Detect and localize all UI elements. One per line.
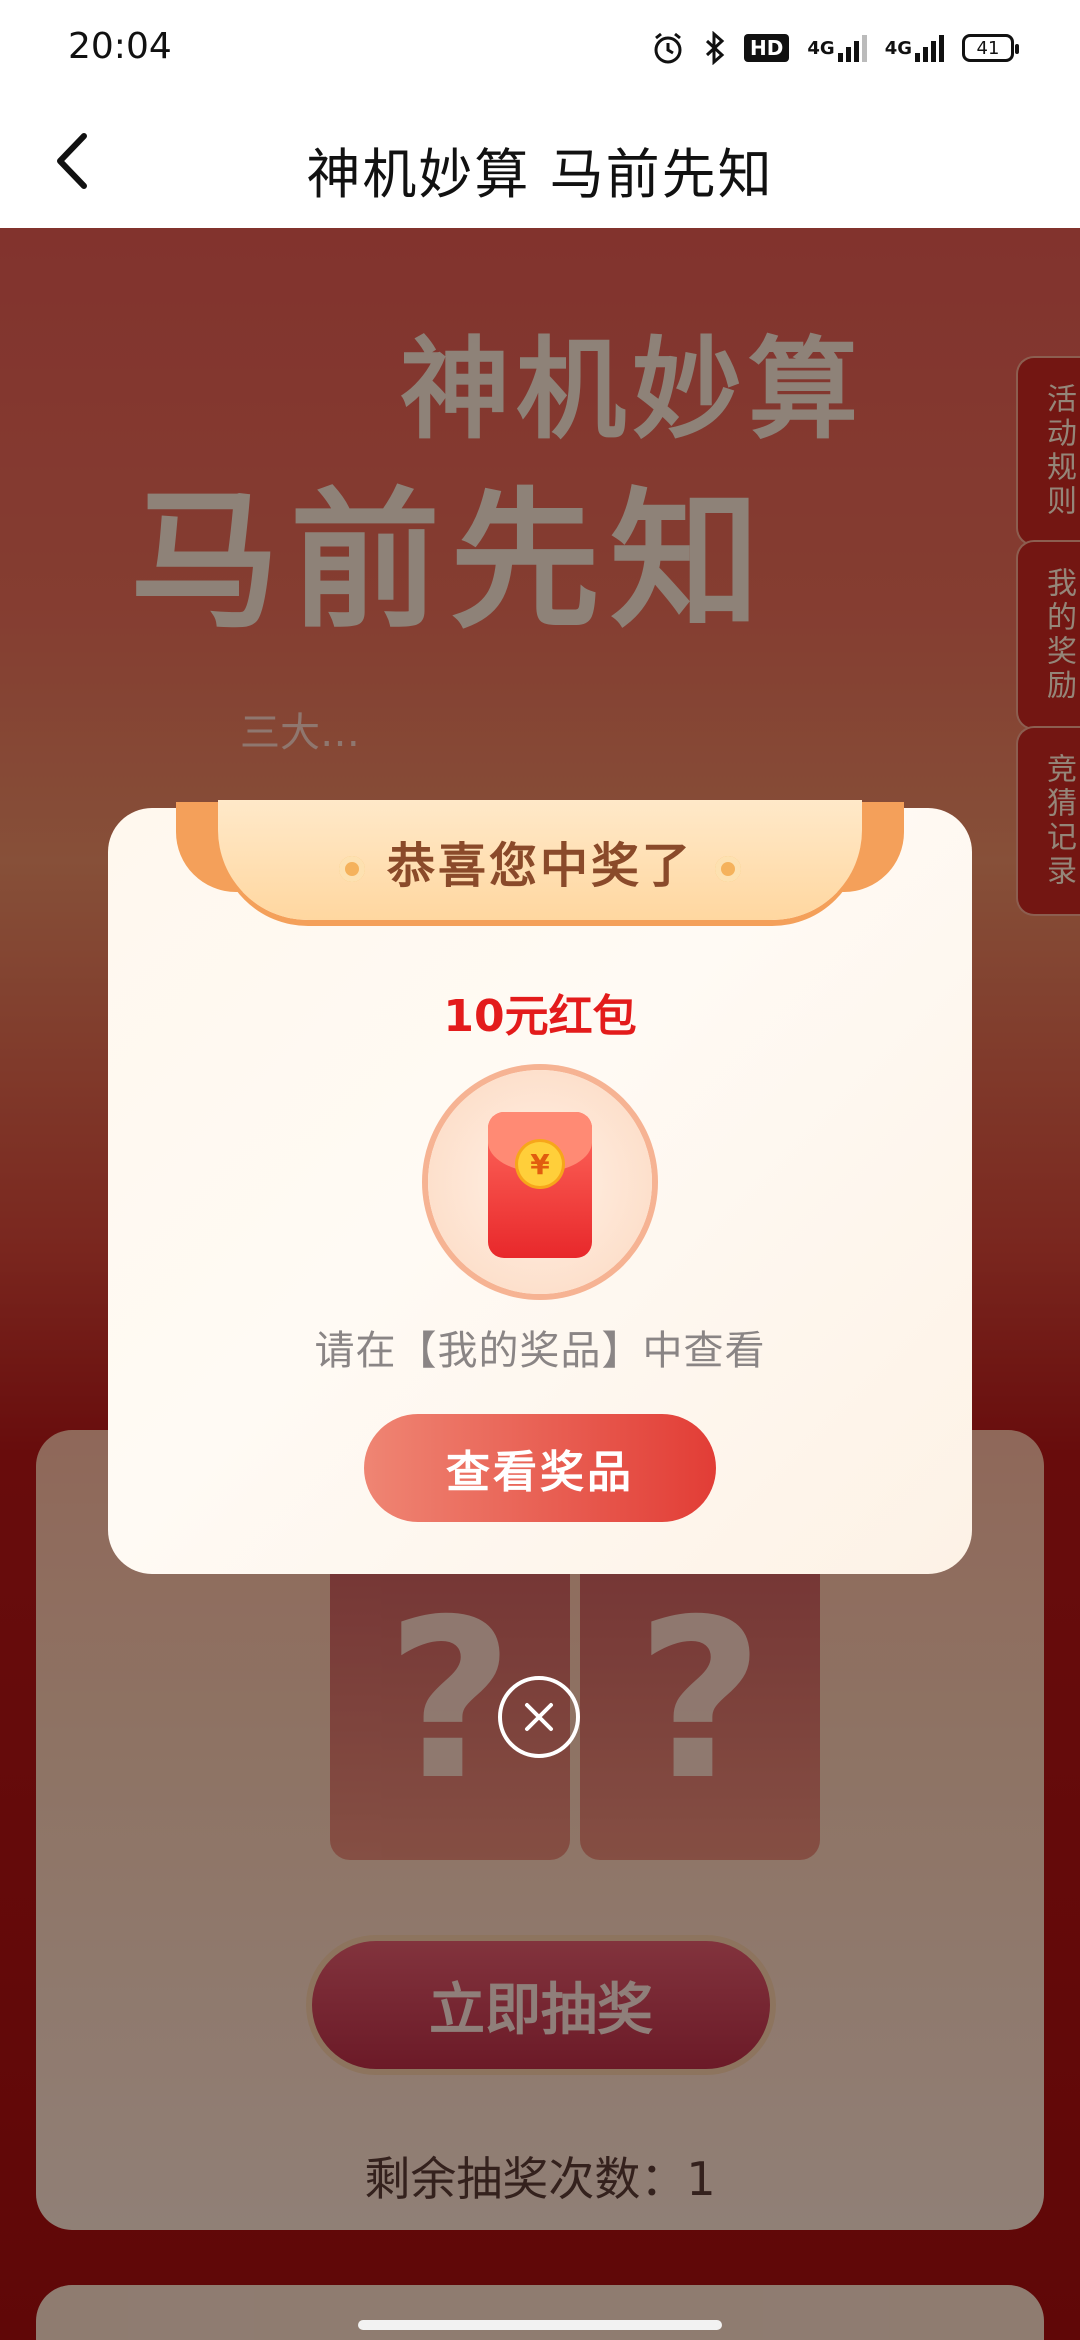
prize-name: 10元红包 (443, 991, 637, 1042)
hd-icon: HD (744, 30, 790, 66)
close-dialog-button[interactable] (498, 1676, 580, 1758)
signal-icon: 4G (885, 30, 944, 66)
home-indicator[interactable] (358, 2320, 722, 2330)
status-bar: 20:04 HD 4G 4G 41 (0, 0, 1080, 96)
decor-dot-icon (715, 856, 741, 882)
alarm-icon (650, 30, 686, 66)
status-icons: HD 4G 4G 41 (650, 28, 1019, 68)
page-title: 神机妙算 马前先知 (306, 143, 774, 206)
close-icon (525, 1703, 553, 1731)
network-type-label: 4G (807, 37, 835, 59)
battery-level: 41 (962, 34, 1019, 62)
prize-hint: 请在【我的奖品】中查看 (314, 1328, 766, 1374)
decor-dot-icon (338, 856, 365, 882)
screen: 20:04 HD 4G 4G 41 神机妙算 马前先知 神机妙算 马前先知 三大… (0, 0, 1080, 2340)
view-prize-button[interactable]: 查看奖品 (364, 1414, 716, 1522)
prize-image: ¥ (428, 1070, 652, 1294)
battery-icon: 41 (962, 30, 1019, 66)
dialog-title: 恭喜您中奖了 (386, 838, 693, 894)
yuan-coin-icon: ¥ (518, 1142, 562, 1186)
status-time: 20:04 (68, 26, 172, 67)
red-packet-icon: ¥ (488, 1112, 592, 1258)
signal-icon: 4G (807, 30, 867, 66)
prize-dialog: 恭喜您中奖了 10元红包 ¥ 请在【我的奖品】中查看 查看奖品 (108, 800, 972, 1574)
dialog-title-row: 恭喜您中奖了 (108, 826, 972, 896)
network-type-label: 4G (884, 37, 912, 59)
bluetooth-icon (704, 30, 726, 66)
nav-bar: 神机妙算 马前先知 (0, 96, 1080, 228)
